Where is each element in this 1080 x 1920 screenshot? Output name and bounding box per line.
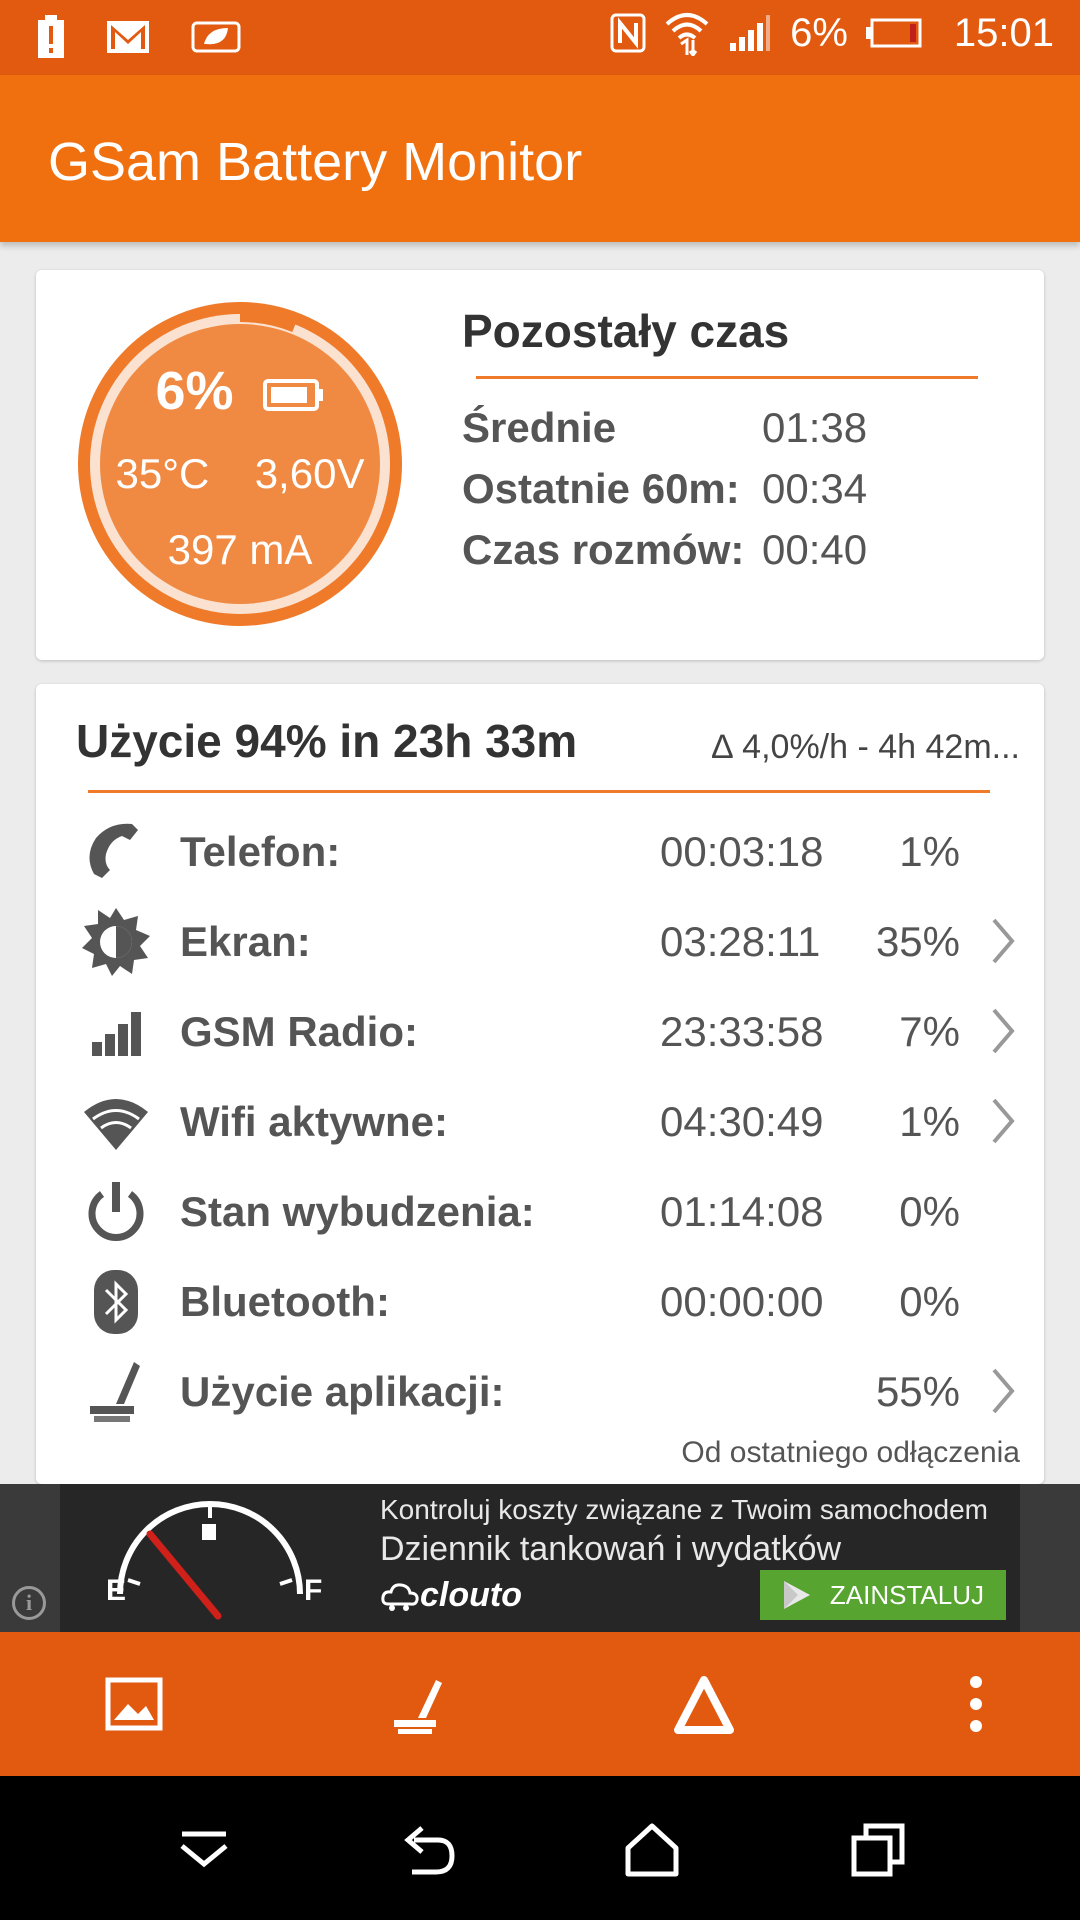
usage-divider [88, 790, 990, 793]
usage-title: Użycie 94% in 23h 33m [76, 715, 578, 767]
app-usage-action-icon[interactable] [382, 1668, 454, 1740]
battery-current: 397 mA [167, 526, 313, 573]
install-button[interactable]: ZAINSTALUJ [760, 1570, 1006, 1620]
usage-percent: 0% [899, 1188, 960, 1235]
remaining-row-last-60m: Ostatnie 60m: 00:34 [462, 465, 867, 513]
bottom-action-bar [0, 1632, 1080, 1776]
remaining-value: 01:38 [762, 404, 868, 451]
usage-row-app-usage[interactable]: Użycie aplikacji: 55% [36, 1346, 1044, 1436]
usage-footnote: Od ostatniego odłączenia [681, 1436, 1020, 1469]
remaining-value: 00:34 [762, 465, 868, 512]
nfc-icon [610, 13, 646, 53]
remaining-row-talk-time: Czas rozmów: 00:40 [462, 526, 867, 574]
hide-keyboard-icon[interactable] [174, 1820, 234, 1880]
usage-name: Ekran: [180, 918, 311, 965]
gauge-empty-label: E [106, 1574, 127, 1607]
brightness-icon [82, 908, 150, 976]
usage-time: 23:33:58 [660, 1008, 824, 1055]
usage-percent: 55% [875, 1368, 960, 1415]
status-bar: 6% 15:01 [0, 0, 1080, 75]
remaining-divider [476, 376, 978, 379]
remaining-label: Ostatnie 60m: [462, 465, 740, 512]
battery-gauge-text: 6% 35°C 3,60V 397 mA [74, 298, 406, 630]
remaining-row-average: Średnie 01:38 [462, 404, 867, 452]
cloud-icon [381, 1583, 419, 1611]
bluetooth-icon [94, 1270, 138, 1334]
ad-headline: Kontroluj koszty związane z Twoim samoch… [380, 1494, 988, 1525]
status-battery-percent: 6% [790, 10, 848, 55]
usage-percent: 1% [899, 828, 960, 875]
usage-name: Telefon: [180, 828, 341, 875]
chevron-right-icon[interactable] [988, 1006, 1018, 1056]
back-icon[interactable] [398, 1820, 458, 1880]
wifi-icon [84, 1099, 148, 1150]
signal-bars-icon [92, 1012, 141, 1056]
chevron-right-icon[interactable] [988, 916, 1018, 966]
app-usage-icon [90, 1362, 140, 1422]
wifi-status-icon [665, 13, 709, 56]
usage-row-wifi[interactable]: Wifi aktywne: 04:30:49 1% [36, 1076, 1044, 1166]
leaf-icon [191, 21, 241, 53]
app-title: GSam Battery Monitor [48, 132, 583, 192]
remaining-label: Średnie [462, 404, 617, 451]
usage-card: Użycie 94% in 23h 33m ∆ 4,0%/h - 4h 42m.… [36, 684, 1044, 1484]
usage-percent: 7% [899, 1008, 960, 1055]
app-bar: GSam Battery Monitor [0, 75, 1080, 242]
battery-icon [262, 378, 323, 411]
battery-percent: 6% [155, 361, 234, 421]
status-time: 15:01 [953, 10, 1054, 55]
usage-rate: ∆ 4,0%/h - 4h 42m... [711, 728, 1020, 766]
system-nav-bar [0, 1776, 1080, 1920]
usage-row-bluetooth: Bluetooth: 00:00:00 0% [36, 1256, 1044, 1346]
delta-icon[interactable] [668, 1668, 740, 1740]
battery-summary-card[interactable]: 6% 35°C 3,60V 397 mA Pozostały czas Śred… [36, 270, 1044, 660]
battery-status-icon [865, 18, 922, 48]
usage-row-gsm-radio[interactable]: GSM Radio: 23:33:58 7% [36, 986, 1044, 1076]
image-icon[interactable] [98, 1668, 170, 1740]
remaining-label: Czas rozmów: [462, 526, 745, 573]
phone-icon [89, 823, 138, 878]
usage-percent: 0% [899, 1278, 960, 1325]
ad-banner[interactable]: E F Kontroluj koszty związane z Twoim sa… [0, 1484, 1080, 1632]
usage-time: 04:30:49 [660, 1098, 824, 1145]
gmail-icon [107, 21, 149, 53]
usage-name: Bluetooth: [180, 1278, 390, 1325]
ad-brand: clouto [420, 1576, 522, 1614]
usage-row-phone: Telefon: 00:03:18 1% [36, 806, 1044, 896]
alert-battery-icon [38, 15, 64, 58]
fuel-gauge-icon [117, 1501, 303, 1620]
usage-time: 03:28:11 [660, 918, 821, 965]
remaining-value: 00:40 [762, 526, 868, 573]
battery-temperature: 35°C [115, 450, 210, 497]
usage-name: Użycie aplikacji: [180, 1368, 505, 1415]
usage-percent: 35% [875, 918, 960, 965]
recent-apps-icon[interactable] [848, 1820, 908, 1880]
install-button-label: ZAINSTALUJ [829, 1579, 984, 1610]
usage-name: Stan wybudzenia: [180, 1188, 535, 1235]
usage-name: GSM Radio: [180, 1008, 418, 1055]
usage-time: 00:03:18 [660, 828, 824, 875]
chevron-right-icon[interactable] [988, 1366, 1018, 1416]
usage-row-screen[interactable]: Ekran: 03:28:11 35% [36, 896, 1044, 986]
chevron-right-icon[interactable] [988, 1096, 1018, 1146]
usage-time: 00:00:00 [660, 1278, 824, 1325]
play-store-icon [784, 1581, 810, 1609]
usage-name: Wifi aktywne: [180, 1098, 448, 1145]
gauge-full-label: F [304, 1574, 323, 1607]
signal-icon [730, 15, 771, 51]
usage-time: 01:14:08 [660, 1188, 824, 1235]
more-vert-icon[interactable] [940, 1668, 1012, 1740]
usage-percent: 1% [899, 1098, 960, 1145]
ad-subline: Dziennik tankowań i wydatków [380, 1530, 842, 1568]
power-icon [88, 1182, 144, 1241]
home-icon[interactable] [622, 1820, 682, 1880]
ad-content[interactable]: E F Kontroluj koszty związane z Twoim sa… [60, 1484, 1020, 1632]
usage-row-awake: Stan wybudzenia: 01:14:08 0% [36, 1166, 1044, 1256]
ad-info-icon[interactable]: i [12, 1586, 46, 1620]
remaining-time-title: Pozostały czas [462, 305, 790, 357]
battery-voltage: 3,60V [254, 450, 365, 497]
